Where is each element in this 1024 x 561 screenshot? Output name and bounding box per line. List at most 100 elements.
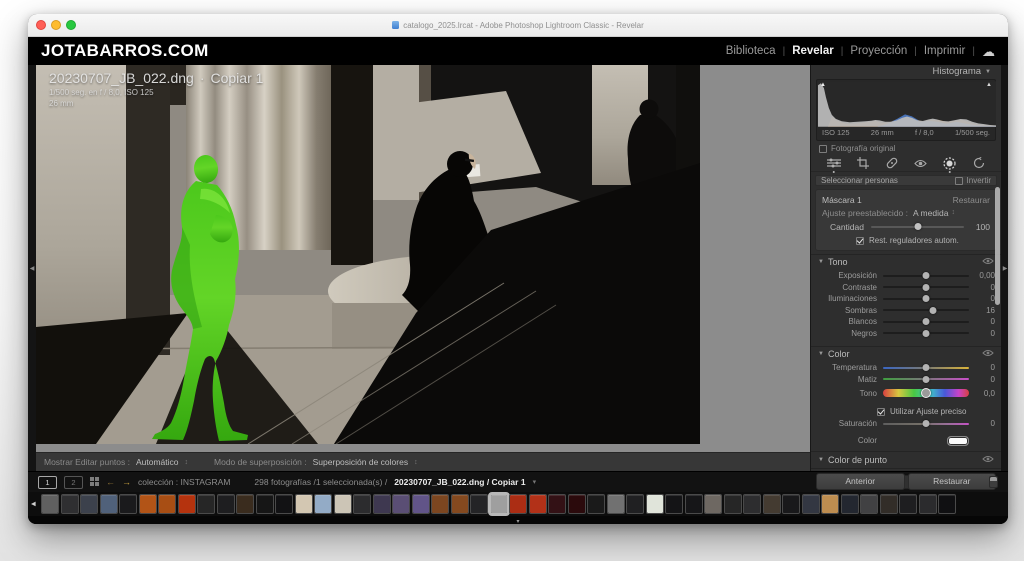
slider-thumb[interactable]: [929, 307, 936, 314]
slider-track[interactable]: [883, 309, 969, 311]
slider-thumb[interactable]: [923, 330, 930, 337]
slider-value[interactable]: 0: [969, 283, 995, 292]
filmstrip-thumbnail[interactable]: [705, 495, 721, 513]
slider-value[interactable]: 0: [969, 294, 995, 303]
filmstrip-thumbnail[interactable]: [861, 495, 877, 513]
filmstrip-thumbnail[interactable]: [335, 495, 351, 513]
restore-button[interactable]: Restaurar: [908, 473, 997, 490]
filmstrip-thumbnail[interactable]: [549, 495, 565, 513]
cloud-sync-icon[interactable]: ☁: [982, 45, 995, 58]
panel-scrollbar[interactable]: [995, 187, 1000, 305]
module-tab[interactable]: Imprimir: [924, 45, 966, 57]
slider-track[interactable]: [883, 298, 969, 300]
filmstrip-thumbnail[interactable]: [510, 495, 526, 513]
filmstrip-thumbnail[interactable]: [881, 495, 897, 513]
histogram-panel-header[interactable]: Histograma ▼: [811, 65, 1001, 77]
precise-adjust-checkbox[interactable]: [877, 408, 885, 416]
slider-thumb[interactable]: [923, 364, 930, 371]
filter-toggle-switch[interactable]: [989, 476, 998, 488]
slider-track[interactable]: [883, 389, 969, 397]
minimize-button[interactable]: [51, 20, 61, 30]
eye-visibility-icon[interactable]: [982, 349, 994, 359]
current-file-name[interactable]: 20230707_JB_022.dng / Copiar 1: [394, 477, 525, 487]
eye-visibility-icon[interactable]: [982, 257, 994, 267]
main-window-button[interactable]: 1: [38, 476, 57, 489]
amount-slider-thumb[interactable]: [914, 223, 921, 230]
slider-value[interactable]: 0,00: [969, 271, 995, 280]
filmstrip-thumbnail[interactable]: [842, 495, 858, 513]
select-people-bar[interactable]: Seleccionar personas Invertir: [815, 175, 997, 186]
filmstrip-thumbnail[interactable]: [62, 495, 78, 513]
filmstrip-thumbnail[interactable]: [822, 495, 838, 513]
filmstrip-thumbnail[interactable]: [452, 495, 468, 513]
file-dropdown-caret-icon[interactable]: ▾: [533, 478, 537, 486]
slider-value[interactable]: 0: [969, 329, 995, 338]
module-tab[interactable]: Biblioteca: [726, 45, 776, 57]
filmstrip-thumbnail[interactable]: [432, 495, 448, 513]
filmstrip-thumbnail[interactable]: [939, 495, 955, 513]
auto-sliders-checkbox[interactable]: [856, 237, 864, 245]
filmstrip-thumbnail[interactable]: [101, 495, 117, 513]
photo-preview[interactable]: [36, 65, 700, 444]
go-back-icon[interactable]: ←: [106, 477, 115, 487]
slider-thumb[interactable]: [923, 376, 930, 383]
module-tab[interactable]: Revelar: [792, 45, 834, 57]
slider-track[interactable]: [883, 321, 969, 323]
module-tab[interactable]: Proyección: [850, 45, 907, 57]
filmstrip-thumbnail[interactable]: [198, 495, 214, 513]
filmstrip-thumbnail[interactable]: [627, 495, 643, 513]
saturation-slider-thumb[interactable]: [923, 420, 930, 427]
invert-control[interactable]: Invertir: [955, 176, 991, 185]
filmstrip-thumbnail[interactable]: [744, 495, 760, 513]
filmstrip-thumbnail[interactable]: [920, 495, 936, 513]
color-section-header[interactable]: ▼ Color: [811, 347, 1001, 361]
filmstrip-thumbnail[interactable]: [588, 495, 604, 513]
slider-value[interactable]: 0: [969, 317, 995, 326]
second-window-button[interactable]: 2: [64, 476, 83, 489]
original-photo-checkbox[interactable]: [819, 145, 827, 153]
slider-value[interactable]: 16: [969, 306, 995, 315]
filmstrip-thumbnail[interactable]: [42, 495, 58, 513]
filmstrip-thumbnail[interactable]: [179, 495, 195, 513]
sync-reset-icon[interactable]: [971, 155, 987, 171]
filmstrip-thumbnail[interactable]: [296, 495, 312, 513]
slider-track[interactable]: [883, 367, 969, 369]
filmstrip-thumbnail[interactable]: [413, 495, 429, 513]
filmstrip-thumbnail[interactable]: [530, 495, 546, 513]
collection-breadcrumb[interactable]: colección : INSTAGRAM: [138, 477, 230, 487]
filmstrip-thumbnail[interactable]: [315, 495, 331, 513]
mask-name[interactable]: Máscara 1: [822, 195, 862, 205]
filmstrip-thumbnail[interactable]: [569, 495, 585, 513]
filmstrip-thumbnail[interactable]: [237, 495, 253, 513]
mask-restore-link[interactable]: Restaurar: [953, 195, 990, 205]
filmstrip-thumbnail[interactable]: [81, 495, 97, 513]
left-panel-collapse[interactable]: ◀: [28, 65, 36, 471]
filmstrip-thumbnail[interactable]: [120, 495, 136, 513]
crop-icon[interactable]: [855, 155, 871, 171]
filmstrip-thumbnail[interactable]: [140, 495, 156, 513]
filmstrip-thumbnail[interactable]: [647, 495, 663, 513]
filmstrip-thumbnail[interactable]: [803, 495, 819, 513]
amount-value[interactable]: 100: [964, 222, 990, 232]
slider-value[interactable]: 0: [969, 375, 995, 384]
filmstrip-thumbnail[interactable]: [608, 495, 624, 513]
filmstrip-thumbnail[interactable]: [374, 495, 390, 513]
filmstrip-thumbnail[interactable]: [471, 495, 487, 513]
slider-track[interactable]: [883, 286, 969, 288]
slider-thumb[interactable]: [923, 295, 930, 302]
go-forward-icon[interactable]: →: [122, 477, 131, 487]
slider-thumb[interactable]: [923, 272, 930, 279]
zoom-button[interactable]: [66, 20, 76, 30]
amount-slider-track[interactable]: [871, 226, 964, 228]
invert-checkbox[interactable]: [955, 177, 963, 185]
filmstrip-scroll-left-icon[interactable]: ◀: [31, 501, 36, 508]
filmstrip-thumbnail[interactable]: [257, 495, 273, 513]
preset-dropdown[interactable]: A medida: [913, 208, 948, 218]
filmstrip-thumbnail[interactable]: [725, 495, 741, 513]
slider-track[interactable]: [883, 332, 969, 334]
histogram-graph[interactable]: [818, 81, 996, 127]
slider-track[interactable]: [883, 275, 969, 277]
overlay-mode-dropdown[interactable]: Superposición de colores: [313, 457, 408, 467]
healing-icon[interactable]: [884, 155, 900, 171]
previous-button[interactable]: Anterior: [816, 473, 905, 490]
